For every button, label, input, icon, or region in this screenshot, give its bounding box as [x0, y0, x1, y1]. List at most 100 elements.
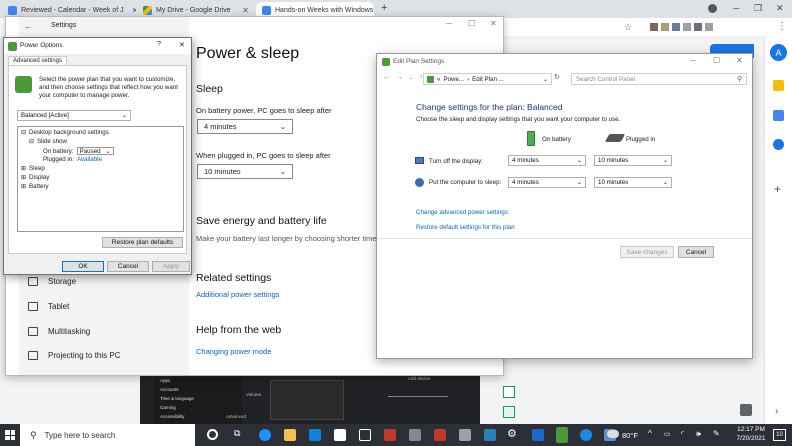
clock-date[interactable]: 7/20/2021: [733, 435, 769, 442]
chevron-up-icon[interactable]: ^: [648, 429, 652, 438]
close-icon[interactable]: ✕: [736, 56, 743, 65]
display-battery-select[interactable]: 4 minutes ⌄: [508, 155, 586, 166]
close-window-icon[interactable]: ✕: [776, 3, 784, 14]
apply-button[interactable]: Apply: [152, 261, 190, 272]
minimize-icon[interactable]: ─: [690, 56, 696, 65]
expand-icon[interactable]: ⊞: [21, 165, 26, 172]
maximize-icon[interactable]: ❐: [754, 3, 762, 14]
breadcrumb-item[interactable]: Powe...: [443, 76, 464, 83]
keep-icon[interactable]: [773, 80, 784, 91]
suggest-edit-icon[interactable]: [503, 406, 515, 418]
breadcrumb-item[interactable]: Edit Plan ...: [472, 76, 504, 83]
save-changes-button[interactable]: Save changes: [620, 246, 674, 258]
file-explorer-icon[interactable]: [284, 429, 296, 441]
tree-item-display[interactable]: ⊞ Display: [21, 174, 49, 181]
add-addon-icon[interactable]: +: [774, 182, 781, 196]
profile-dot-icon[interactable]: [708, 4, 717, 13]
change-advanced-link[interactable]: Change advanced power settings: [416, 209, 508, 216]
tree-item-desktop-bg[interactable]: ⊟ Desktop background settings: [21, 129, 109, 136]
help-icon[interactable]: [580, 429, 592, 441]
sidebar-item-multitasking[interactable]: Multitasking: [28, 327, 90, 336]
volume-icon[interactable]: 🕪: [696, 429, 701, 439]
tab-advanced-settings[interactable]: Advanced settings: [8, 56, 68, 65]
wifi-icon[interactable]: ◜: [681, 429, 684, 438]
extension-icon[interactable]: [705, 23, 713, 31]
app-icon[interactable]: [532, 429, 544, 441]
account-avatar[interactable]: A: [770, 44, 787, 61]
extension-icon[interactable]: [661, 23, 669, 31]
app-icon[interactable]: [384, 429, 396, 441]
extension-icon[interactable]: [683, 23, 691, 31]
plan-select[interactable]: Balanced [Active] ⌄: [17, 110, 131, 121]
expand-icon[interactable]: ⊞: [21, 174, 26, 181]
app-icon[interactable]: [434, 429, 446, 441]
tree-item-slide-show[interactable]: ⊟ Slide show: [29, 138, 67, 145]
menu-icon[interactable]: ⋮: [777, 21, 787, 32]
app-icon[interactable]: [459, 429, 471, 441]
extension-icon[interactable]: [694, 23, 702, 31]
task-view-icon[interactable]: ⧉: [234, 428, 240, 439]
close-icon[interactable]: ✕: [238, 6, 249, 15]
extension-icon[interactable]: [650, 23, 658, 31]
explore-icon[interactable]: [740, 404, 752, 416]
changing-power-mode-link[interactable]: Changing power mode: [196, 347, 271, 356]
amazon-icon[interactable]: [334, 429, 346, 441]
maximize-icon[interactable]: ☐: [713, 56, 720, 65]
tasks-icon[interactable]: [773, 110, 784, 121]
refresh-icon[interactable]: ↻: [554, 73, 560, 81]
chevron-down-icon[interactable]: ⌄: [543, 76, 548, 83]
power-options-taskbar-icon[interactable]: [556, 427, 568, 443]
chevron-right-icon[interactable]: ›: [775, 406, 778, 417]
extension-icon[interactable]: [672, 23, 680, 31]
search-control-panel[interactable]: Search Control Panel ⚲: [571, 73, 747, 85]
restore-defaults-link[interactable]: Restore default settings for this plan: [416, 224, 515, 231]
battery-tray-icon[interactable]: ▭: [664, 430, 671, 438]
cancel-button[interactable]: Cancel: [678, 246, 714, 258]
weather-temp[interactable]: 80°F: [622, 431, 638, 440]
sidebar-item-tablet[interactable]: Tablet: [28, 302, 69, 311]
sleep-plugged-select[interactable]: 10 minutes ⌄: [594, 177, 672, 188]
back-icon[interactable]: ←: [24, 21, 33, 31]
close-button[interactable]: ✕: [179, 41, 185, 49]
minimize-icon[interactable]: ─: [733, 3, 739, 13]
clock-time[interactable]: 12:17 PM: [733, 426, 769, 433]
additional-power-settings-link[interactable]: Additional power settings: [196, 290, 279, 299]
cancel-button[interactable]: Cancel: [107, 261, 149, 272]
forward-arrow-icon[interactable]: →: [396, 74, 403, 81]
cortana-icon[interactable]: [207, 429, 218, 440]
close-icon[interactable]: ✕: [490, 19, 497, 28]
pen-icon[interactable]: ✎: [713, 429, 720, 438]
ok-button[interactable]: OK: [62, 261, 104, 272]
sidebar-item-storage[interactable]: Storage: [28, 277, 76, 286]
add-comment-icon[interactable]: [503, 386, 515, 398]
display-plugged-select[interactable]: 10 minutes ⌄: [594, 155, 672, 166]
mail-icon[interactable]: [309, 429, 321, 441]
close-icon[interactable]: ✕: [128, 6, 136, 15]
back-arrow-icon[interactable]: ←: [383, 74, 390, 81]
new-tab-button[interactable]: +: [381, 2, 387, 14]
app-icon[interactable]: [409, 429, 421, 441]
notifications-badge[interactable]: 10: [773, 429, 786, 441]
taskbar-search-box[interactable]: ⚲ Type here to search: [20, 424, 195, 446]
help-button[interactable]: ?: [157, 41, 161, 48]
plugged-sleep-dropdown[interactable]: 10 minutes ⌄: [197, 164, 293, 179]
edge-icon[interactable]: [259, 429, 271, 441]
plugged-in-value-link[interactable]: Available: [77, 156, 102, 163]
collapse-icon[interactable]: ⊟: [29, 138, 34, 145]
recent-dropdown-icon[interactable]: ⌄: [409, 75, 413, 81]
expand-icon[interactable]: ⊞: [21, 183, 26, 190]
app-icon[interactable]: [359, 429, 371, 441]
address-bar[interactable]: « Powe... › Edit Plan ... ⌄: [423, 73, 552, 85]
tree-item-battery[interactable]: ⊞ Battery: [21, 183, 49, 190]
battery-sleep-dropdown[interactable]: 4 minutes ⌄: [197, 119, 293, 134]
minimize-icon[interactable]: ─: [446, 19, 452, 28]
settings-gear-icon[interactable]: ⚙: [507, 427, 519, 440]
tree-item-sleep[interactable]: ⊞ Sleep: [21, 165, 45, 172]
tasks-check-icon[interactable]: [773, 139, 784, 150]
on-battery-select[interactable]: Paused ⌄: [76, 147, 114, 155]
maximize-icon[interactable]: ☐: [468, 19, 475, 28]
collapse-icon[interactable]: ⊟: [21, 129, 26, 136]
restore-plan-defaults-button[interactable]: Restore plan defaults: [102, 237, 183, 248]
sleep-battery-select[interactable]: 4 minutes ⌄: [508, 177, 586, 188]
photos-icon[interactable]: [484, 429, 496, 441]
